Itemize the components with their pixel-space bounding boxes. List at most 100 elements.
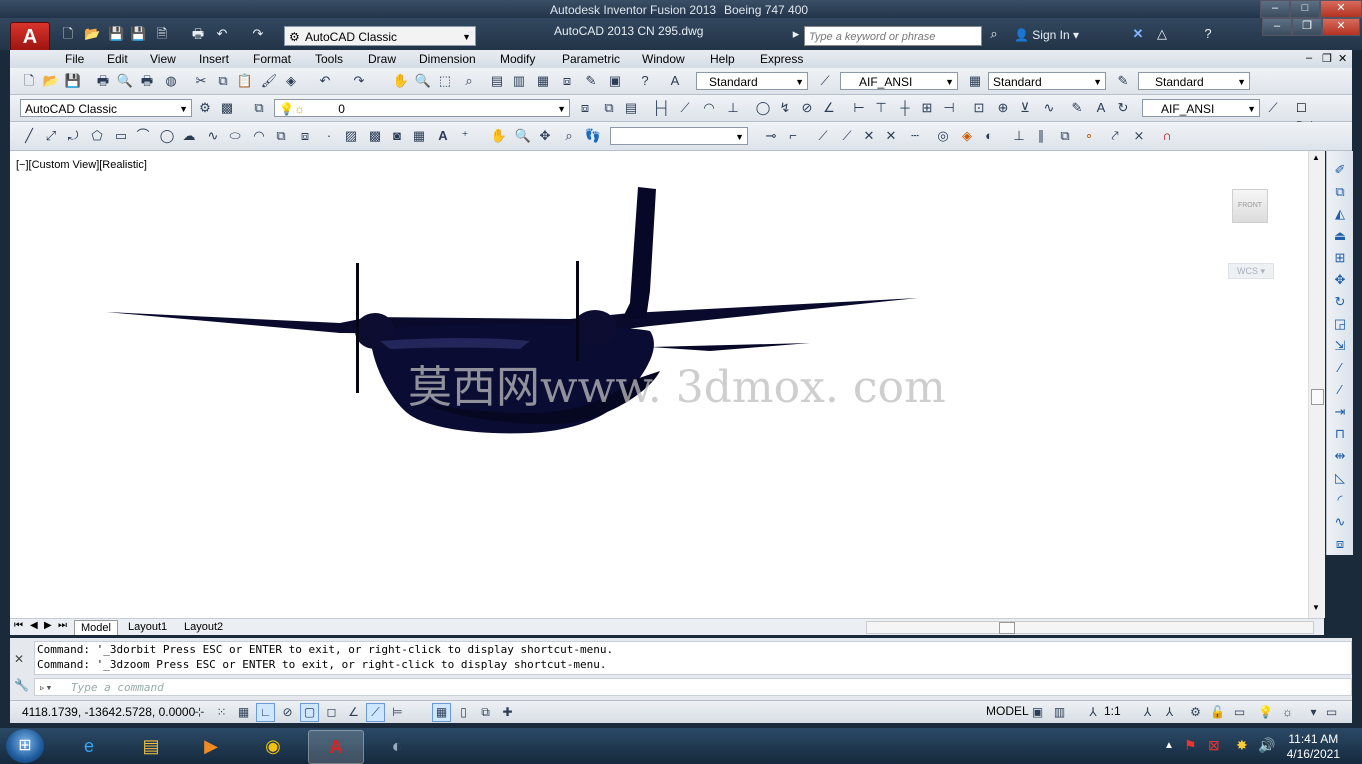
tray-app-icon[interactable]: ✸ xyxy=(1236,737,1248,754)
action-center-icon[interactable]: ⚑ xyxy=(1184,737,1197,754)
menu-format[interactable]: Format xyxy=(253,52,291,66)
open-icon[interactable]: 📂 xyxy=(84,26,100,42)
design-center-icon[interactable]: ▥ xyxy=(510,72,528,90)
tab-next-icon[interactable]: ▶ xyxy=(44,620,52,631)
hatch-icon[interactable]: ▨ xyxy=(342,127,360,145)
application-menu-button[interactable]: A xyxy=(10,22,50,52)
tab-layout1[interactable]: Layout1 xyxy=(122,620,173,634)
scroll-down-icon[interactable]: ▼ xyxy=(1312,603,1320,612)
copy-icon[interactable]: ⧉ xyxy=(214,72,232,90)
hscroll-thumb[interactable] xyxy=(999,622,1015,634)
text-style-combo[interactable]: Standard ▼ xyxy=(696,72,808,90)
command-close-icon[interactable]: ✕ xyxy=(14,652,24,666)
arc-icon[interactable]: ⌒ xyxy=(134,127,152,145)
workspace-settings-icon[interactable]: ⚙ xyxy=(196,99,214,117)
scale-icon[interactable]: ◲ xyxy=(1331,315,1349,333)
snap-tangent-icon[interactable]: ◐ xyxy=(980,127,998,145)
menu-edit[interactable]: Edit xyxy=(107,52,128,66)
ellipse-arc-icon[interactable]: ◠ xyxy=(250,127,268,145)
baseline-dim-icon[interactable]: ⊤ xyxy=(872,99,890,117)
menu-parametric[interactable]: Parametric xyxy=(562,52,620,66)
snap-mode-icon[interactable]: ⁙ xyxy=(212,703,231,722)
model-space-label[interactable]: MODEL xyxy=(986,704,1029,718)
zoom-previous-icon[interactable]: ⌕ xyxy=(460,72,478,90)
make-current-icon[interactable]: ⧈ xyxy=(576,99,594,117)
doc-restore-icon[interactable]: ❐ xyxy=(1322,52,1332,65)
outer-maximize-button[interactable]: □ xyxy=(1290,0,1320,18)
color-combo[interactable]: ☐ ByLayer xyxy=(1294,99,1352,133)
angular-dim-icon[interactable]: ∠ xyxy=(820,99,838,117)
new-icon[interactable]: 🗋 xyxy=(60,26,76,42)
chamfer-icon[interactable]: ◺ xyxy=(1331,469,1349,487)
workspace-switching-icon[interactable]: ⚙ xyxy=(1186,703,1205,722)
array-icon[interactable]: ⊞ xyxy=(1331,249,1349,267)
jogged-linear-icon[interactable]: ∿ xyxy=(1040,99,1058,117)
walk-icon[interactable]: 👣 xyxy=(584,127,602,145)
polyline-icon[interactable]: ⤾ xyxy=(64,127,82,145)
autocad-taskbar-icon[interactable]: A xyxy=(308,730,364,764)
taskbar-app-icon[interactable]: ◐ xyxy=(370,730,424,762)
table-icon[interactable]: ▦ xyxy=(410,127,428,145)
outer-close-button[interactable]: ✕ xyxy=(1320,0,1362,18)
linear-dim-icon[interactable]: ├┤ xyxy=(652,99,670,117)
line-icon[interactable]: ╱ xyxy=(20,127,38,145)
snap-insert-icon[interactable]: ⧉ xyxy=(1056,127,1074,145)
snap-from-icon[interactable]: ⌐ xyxy=(784,127,802,145)
radius-dim-icon[interactable]: ◯ xyxy=(754,99,772,117)
hardware-acceleration-icon[interactable]: ▭ xyxy=(1230,703,1249,722)
dynamic-ucs-icon[interactable]: ⟋ xyxy=(366,703,385,722)
snap-perpendicular-icon[interactable]: ⊥ xyxy=(1010,127,1028,145)
clean-screen-icon[interactable]: ▭ xyxy=(1322,703,1341,722)
layer-state-icon[interactable]: ▩ xyxy=(218,99,236,117)
help-search-input[interactable]: Type a keyword or phrase xyxy=(804,26,982,46)
tab-model[interactable]: Model xyxy=(74,620,118,635)
menu-insert[interactable]: Insert xyxy=(199,52,229,66)
binoculars-icon[interactable]: ⌕ xyxy=(986,26,1002,42)
3d-object-snap-icon[interactable]: ◻ xyxy=(322,703,341,722)
acad-close-button[interactable]: ✕ xyxy=(1322,18,1360,36)
tab-layout2[interactable]: Layout2 xyxy=(178,620,229,634)
save-as-icon[interactable]: 💾 xyxy=(130,26,146,42)
add-selected-icon[interactable]: ⁺ xyxy=(456,127,474,145)
transparency-icon[interactable]: ▯ xyxy=(454,703,473,722)
tolerance-icon[interactable]: ⊡ xyxy=(970,99,988,117)
help-icon[interactable]: ? xyxy=(636,72,654,90)
snap-quadrant-icon[interactable]: ◈ xyxy=(958,127,976,145)
dim-edit-icon[interactable]: ✎ xyxy=(1068,99,1086,117)
save-icon[interactable]: 💾 xyxy=(108,26,124,42)
save-icon[interactable]: 💾 xyxy=(64,72,82,90)
menu-dimension[interactable]: Dimension xyxy=(419,52,476,66)
match-properties-icon[interactable]: 🖌 xyxy=(260,72,278,90)
show-hidden-icons-icon[interactable]: ▲ xyxy=(1164,740,1174,751)
make-block-icon[interactable]: ⧈ xyxy=(296,127,314,145)
snap-endpoint-icon[interactable]: ⟋ xyxy=(814,127,832,145)
insert-block-icon[interactable]: ⧉ xyxy=(272,127,290,145)
outer-minimize-button[interactable]: – xyxy=(1260,0,1290,18)
dim-style-combo[interactable]: AIF_ANSI ▼ xyxy=(840,72,958,90)
file-explorer-icon[interactable]: ▤ xyxy=(124,730,178,762)
rectangle-icon[interactable]: ▭ xyxy=(112,127,130,145)
snap-midpoint-icon[interactable]: ⟋ xyxy=(838,127,856,145)
stretch-icon[interactable]: ⇲ xyxy=(1331,337,1349,355)
construction-line-icon[interactable]: ⤢ xyxy=(42,127,60,145)
doc-minimize-icon[interactable]: – xyxy=(1306,52,1312,64)
menu-file[interactable]: File xyxy=(65,52,84,66)
zoom-icon-2[interactable]: 🔍 xyxy=(514,127,532,145)
annotation-scale-value[interactable]: 1:1 xyxy=(1104,704,1121,718)
start-button[interactable]: ⊞ xyxy=(6,729,44,763)
snap-nearest-icon[interactable]: ⤤ xyxy=(1106,127,1124,145)
blend-icon[interactable]: ∿ xyxy=(1331,513,1349,531)
menu-modify[interactable]: Modify xyxy=(500,52,535,66)
continue-dim-icon[interactable]: ┼ xyxy=(896,99,914,117)
doc-close-icon[interactable]: ✕ xyxy=(1338,52,1347,65)
zoom-extents-icon[interactable]: ⌕ xyxy=(560,127,578,145)
layer-previous-icon[interactable]: ⧉ xyxy=(600,99,618,117)
quick-dim-icon[interactable]: ⊢ xyxy=(850,99,868,117)
command-prompt-icon[interactable]: ▹▾ xyxy=(39,679,52,697)
qnew-icon[interactable]: 🗋 xyxy=(20,72,38,90)
dim-break-icon[interactable]: ⊣ xyxy=(940,99,958,117)
workspace-combo[interactable]: ⚙ AutoCAD Classic ▼ xyxy=(284,26,476,46)
object-snap-icon[interactable]: ▢ xyxy=(300,703,319,722)
print-icon[interactable]: 🖶 xyxy=(190,26,206,42)
markup-icon[interactable]: ✎ xyxy=(582,72,600,90)
